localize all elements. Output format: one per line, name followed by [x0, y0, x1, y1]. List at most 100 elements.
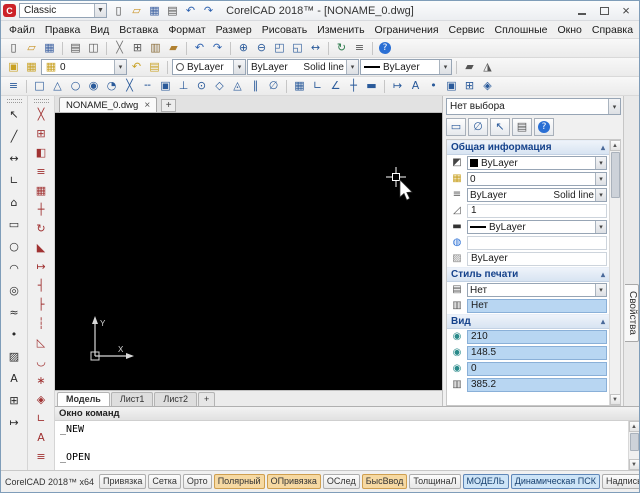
properties-side-tab[interactable]: Свойства [625, 284, 639, 342]
dim-style-icon[interactable]: ↦ [389, 78, 406, 94]
pattern-icon[interactable]: ▦ [33, 183, 50, 200]
collapse-icon[interactable]: ▴ [601, 317, 605, 326]
sheet-tab-sheet1[interactable]: Лист1 [111, 392, 154, 406]
table-icon[interactable]: ⊞ [6, 393, 23, 410]
rotate-icon[interactable]: ↻ [33, 221, 50, 238]
help-icon[interactable]: ? [379, 42, 391, 54]
layer-previous-icon[interactable]: ↶ [128, 59, 145, 75]
snap-node-icon[interactable]: ◉ [85, 78, 102, 94]
redo-icon[interactable]: ↷ [200, 3, 217, 19]
menu-item-tools[interactable]: Сервис [444, 21, 490, 39]
edit-polyline-icon[interactable]: ∟ [33, 411, 50, 428]
status-toggle-lineweight[interactable]: ТолщинаЛ [409, 474, 460, 489]
match-properties-icon[interactable]: ▰ [461, 59, 478, 75]
trim-icon[interactable]: ┤ [33, 278, 50, 295]
copy-icon[interactable]: ⊞ [129, 40, 146, 56]
close-button[interactable]: × [615, 3, 637, 19]
print-style-table-icon[interactable]: ▥ [449, 299, 465, 313]
layer-combo[interactable]: ▦ 0 ▾ [41, 59, 127, 75]
view-center-z-icon[interactable]: ◉ [449, 362, 465, 376]
weld-icon[interactable]: ◈ [33, 392, 50, 409]
snap-insertion-icon[interactable]: ▣ [157, 78, 174, 94]
make-block-icon[interactable]: ▣ [443, 78, 460, 94]
dimension-icon[interactable]: ↦ [6, 415, 23, 432]
toolbar-grip[interactable] [34, 99, 49, 103]
selection-filter-combo[interactable]: Нет выбора ▾ [446, 98, 621, 115]
open-icon[interactable]: ▱ [23, 40, 40, 56]
scroll-down-icon[interactable]: ▼ [610, 394, 621, 405]
menu-item-format[interactable]: Формат [163, 21, 210, 39]
property-view-center-y-field[interactable]: 148.5 [467, 346, 607, 360]
sheet-tab-model[interactable]: Модель [57, 392, 110, 406]
snap-center-icon[interactable]: ○ [67, 78, 84, 94]
menu-item-constraints[interactable]: Ограничения [370, 21, 444, 39]
scroll-down-icon[interactable]: ▼ [629, 459, 640, 470]
copy-entity-icon[interactable]: ⊞ [33, 126, 50, 143]
menu-item-view[interactable]: Вид [85, 21, 114, 39]
help-button[interactable]: ? [534, 118, 554, 136]
extend-icon[interactable]: ├ [33, 297, 50, 314]
view-center-y-icon[interactable]: ◉ [449, 346, 465, 360]
property-linestyle-scale-field[interactable]: 1 [467, 204, 607, 218]
arc-icon[interactable]: ◠ [6, 261, 23, 278]
status-toggle-ortho[interactable]: Орто [183, 474, 212, 489]
view-height-icon[interactable]: ▥ [449, 378, 465, 392]
property-layer-combo[interactable]: 0▾ [467, 172, 607, 186]
select-entities-button[interactable]: ▭ [446, 118, 466, 136]
property-hyperlink-field[interactable] [467, 236, 607, 250]
fillet-icon[interactable]: ◡ [33, 354, 50, 371]
linestyle-combo[interactable]: ByLayer Solid line ▾ [247, 59, 359, 75]
grid-display-icon[interactable]: ▦ [291, 78, 308, 94]
menu-item-help[interactable]: Справка [587, 21, 638, 39]
erase-icon[interactable]: ╳ [33, 107, 50, 124]
status-toggle-model[interactable]: МОДЕЛЬ [463, 474, 509, 489]
snap-intersection-icon[interactable]: ╳ [121, 78, 138, 94]
scale-icon[interactable]: ◣ [33, 240, 50, 257]
color-combo[interactable]: ByLayer ▾ [172, 59, 246, 75]
redo-icon[interactable]: ↷ [209, 40, 226, 56]
section-header-1[interactable]: Стиль печати▴ [447, 267, 609, 282]
lineweight-display-icon[interactable]: ▬ [363, 78, 380, 94]
hatch-icon[interactable]: ▨ [6, 349, 23, 366]
print-preview-icon[interactable]: ◫ [85, 40, 102, 56]
close-tab-icon[interactable]: × [144, 100, 150, 111]
snap-midpoint-icon[interactable]: △ [49, 78, 66, 94]
snap-nearest-icon[interactable]: ◇ [211, 78, 228, 94]
property-view-center-x-field[interactable]: 210 [467, 330, 607, 344]
paste-icon[interactable]: ▥ [147, 40, 164, 56]
insert-block-icon[interactable]: ⊞ [461, 78, 478, 94]
select-icon[interactable]: ↖ [6, 107, 23, 124]
menu-item-solids[interactable]: Сплошные [490, 21, 553, 39]
rectangle-icon[interactable]: ▭ [6, 217, 23, 234]
status-toggle-polar[interactable]: Полярный [214, 474, 265, 489]
lineweight-icon[interactable]: ▬ [449, 220, 465, 234]
zoom-window-icon[interactable]: ◰ [271, 40, 288, 56]
layer-states-icon[interactable]: ▤ [146, 59, 163, 75]
menu-item-file[interactable]: Файл [4, 21, 40, 39]
layer-properties-icon[interactable]: ▦ [23, 59, 40, 75]
ortho-mode-icon[interactable]: ∟ [309, 78, 326, 94]
help-icon[interactable]: ? [538, 121, 550, 133]
save-icon[interactable]: ▦ [41, 40, 58, 56]
palette-options-icon[interactable]: ▤ [514, 119, 531, 135]
circle-icon[interactable]: ○ [6, 239, 23, 256]
quick-select-icon[interactable]: ↖ [492, 119, 509, 135]
status-toggle-grid[interactable]: Сетка [148, 474, 180, 489]
infinite-line-icon[interactable]: ↔ [6, 151, 23, 168]
undo-icon[interactable]: ↶ [191, 40, 208, 56]
status-toggle-snap[interactable]: Привязка [99, 474, 146, 489]
polar-mode-icon[interactable]: ∠ [327, 78, 344, 94]
scroll-up-icon[interactable]: ▲ [629, 421, 640, 432]
text-icon[interactable]: A [6, 371, 23, 388]
scrollbar-thumb[interactable] [611, 152, 620, 198]
properties-icon[interactable]: ≡ [351, 40, 368, 56]
maximize-button[interactable] [593, 3, 615, 19]
spline-icon[interactable]: ≈ [6, 305, 23, 322]
quick-select-button[interactable]: ↖ [490, 118, 510, 136]
linestyle-icon[interactable]: ≡ [449, 188, 465, 202]
model-canvas[interactable]: Y X [55, 113, 442, 390]
new-document-tab-button[interactable]: + [161, 99, 176, 112]
property-view-center-z-field[interactable]: 0 [467, 362, 607, 376]
status-toggle-dynamic-ucs[interactable]: Динамическая ПСК [511, 474, 600, 489]
new-icon[interactable]: ▯ [110, 3, 127, 19]
